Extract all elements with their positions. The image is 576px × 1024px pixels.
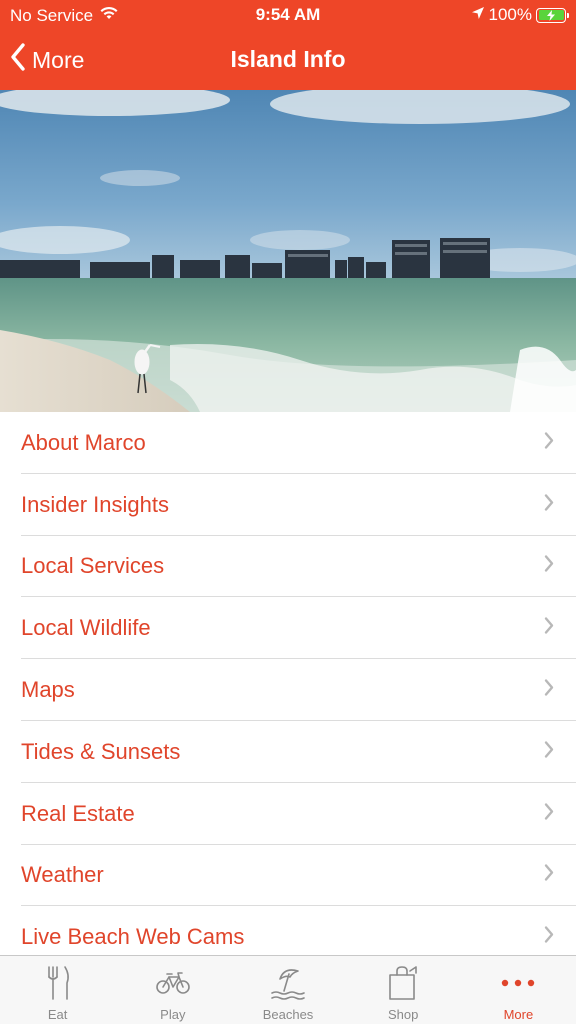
battery-icon (536, 7, 569, 23)
chevron-right-icon (544, 431, 554, 454)
shopping-bag-icon (383, 964, 423, 1002)
menu-item-label: Real Estate (21, 800, 135, 826)
menu-item-local-wildlife[interactable]: Local Wildlife (0, 597, 576, 659)
tab-play[interactable]: Play (115, 956, 230, 1024)
bicycle-icon (153, 964, 193, 1002)
menu-item-label: Local Wildlife (21, 615, 151, 641)
tab-label: Eat (47, 1007, 68, 1022)
status-bar: No Service 9:54 AM 100% (0, 0, 576, 30)
chevron-right-icon (544, 493, 554, 516)
tab-eat[interactable]: Eat (0, 956, 115, 1024)
menu-item-label: Maps (21, 677, 75, 703)
menu-item-label: Tides & Sunsets (21, 738, 181, 764)
app-header: No Service 9:54 AM 100% More Island Info (0, 0, 576, 90)
menu-item-label: About Marco (21, 429, 146, 455)
chevron-right-icon (544, 802, 554, 825)
menu-item-maps[interactable]: Maps (0, 659, 576, 721)
tab-beaches[interactable]: Beaches (230, 956, 345, 1024)
menu-item-label: Insider Insights (21, 491, 169, 517)
menu-item-tides-sunsets[interactable]: Tides & Sunsets (0, 721, 576, 783)
menu-item-local-services[interactable]: Local Services (0, 536, 576, 598)
tab-label: Beaches (262, 1007, 314, 1022)
tab-bar: Eat Play Beaches Shop More (0, 955, 576, 1024)
more-dots-icon (498, 964, 538, 1002)
chevron-right-icon (544, 864, 554, 887)
location-arrow-icon (471, 5, 485, 25)
battery-percent: 100% (488, 5, 532, 24)
tab-shop[interactable]: Shop (346, 956, 461, 1024)
chevron-right-icon (544, 740, 554, 763)
chevron-right-icon (544, 926, 554, 949)
menu-item-weather[interactable]: Weather (0, 845, 576, 907)
menu-item-insider-insights[interactable]: Insider Insights (0, 474, 576, 536)
tab-label: Shop (388, 1007, 419, 1022)
fork-knife-icon (38, 964, 78, 1002)
menu-item-label: Local Services (21, 553, 165, 579)
menu-item-label: Weather (21, 862, 104, 888)
chevron-right-icon (544, 555, 554, 578)
menu-item-real-estate[interactable]: Real Estate (0, 783, 576, 845)
chevron-right-icon (544, 617, 554, 640)
page-title: Island Info (230, 46, 346, 72)
menu-item-label: Live Beach Web Cams (21, 924, 245, 950)
tab-label: Play (160, 1007, 186, 1022)
chevron-right-icon (544, 679, 554, 702)
nav-bar: More Island Info (0, 30, 576, 90)
island-info-menu: About Marco Insider Insights Local Servi… (0, 412, 576, 968)
hero-beach-image (0, 90, 576, 412)
tab-label: More (503, 1007, 534, 1022)
tab-more[interactable]: More (461, 956, 576, 1024)
beach-umbrella-icon (268, 964, 308, 1002)
menu-item-about-marco[interactable]: About Marco (0, 412, 576, 474)
status-right: 100% (471, 5, 569, 25)
